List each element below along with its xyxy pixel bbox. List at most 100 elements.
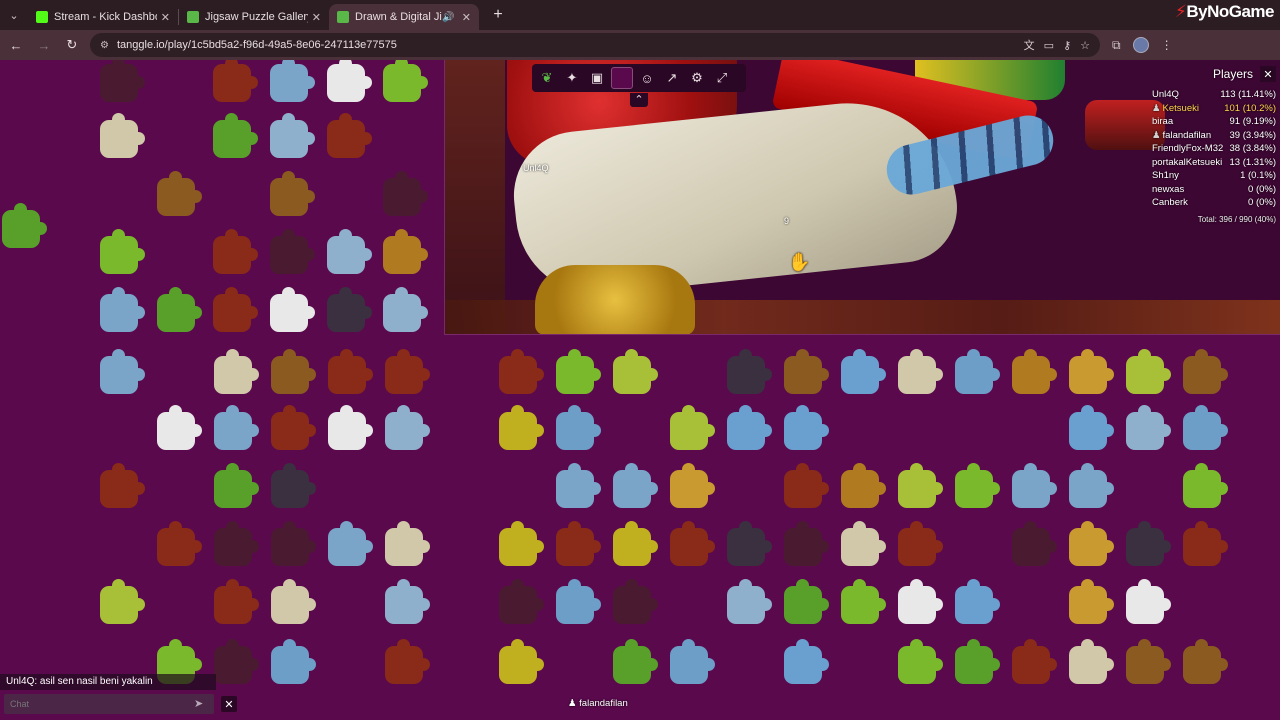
- puzzle-piece[interactable]: [383, 60, 428, 102]
- puzzle-piece[interactable]: [271, 463, 316, 508]
- puzzle-piece[interactable]: [271, 521, 316, 566]
- puzzle-piece[interactable]: [100, 463, 145, 508]
- puzzle-piece[interactable]: [1126, 639, 1171, 684]
- preview-image-icon[interactable]: ▣: [586, 67, 608, 89]
- puzzle-piece[interactable]: [1126, 349, 1171, 394]
- puzzle-piece[interactable]: [727, 349, 772, 394]
- back-arrow-icon[interactable]: ←: [4, 33, 28, 57]
- puzzle-piece[interactable]: [100, 287, 145, 332]
- puzzle-piece[interactable]: [1183, 639, 1228, 684]
- puzzle-piece[interactable]: [613, 463, 658, 508]
- collapse-toolbar-chevron-icon[interactable]: ⌃: [630, 93, 648, 107]
- puzzle-piece[interactable]: [157, 287, 202, 332]
- puzzle-piece[interactable]: [955, 579, 1000, 624]
- puzzle-piece[interactable]: [383, 287, 428, 332]
- new-tab-button[interactable]: +: [485, 2, 511, 28]
- puzzle-piece[interactable]: [214, 463, 259, 508]
- puzzle-piece[interactable]: [328, 405, 373, 450]
- puzzle-piece[interactable]: [214, 579, 259, 624]
- puzzle-piece[interactable]: [385, 349, 430, 394]
- puzzle-piece[interactable]: [1069, 349, 1114, 394]
- puzzle-piece[interactable]: [157, 521, 202, 566]
- puzzle-piece[interactable]: [556, 579, 601, 624]
- site-info-icon[interactable]: ⚙: [100, 40, 109, 51]
- puzzle-piece[interactable]: [613, 349, 658, 394]
- puzzle-piece[interactable]: [1069, 639, 1114, 684]
- password-key-icon[interactable]: ⚷: [1063, 39, 1071, 52]
- puzzle-piece[interactable]: [2, 203, 47, 248]
- puzzle-piece[interactable]: [1012, 639, 1057, 684]
- puzzle-piece[interactable]: [898, 579, 943, 624]
- puzzle-piece[interactable]: [841, 521, 886, 566]
- puzzle-piece[interactable]: [1183, 521, 1228, 566]
- puzzle-piece[interactable]: [271, 639, 316, 684]
- puzzle-piece[interactable]: [613, 521, 658, 566]
- puzzle-piece[interactable]: [271, 405, 316, 450]
- puzzle-piece[interactable]: [499, 639, 544, 684]
- puzzle-piece[interactable]: [271, 349, 316, 394]
- browser-menu-icon[interactable]: ⋮: [1161, 38, 1173, 52]
- puzzle-piece[interactable]: [100, 579, 145, 624]
- puzzle-piece[interactable]: [213, 287, 258, 332]
- puzzle-piece[interactable]: [327, 60, 372, 102]
- puzzle-piece[interactable]: [784, 639, 829, 684]
- puzzle-piece[interactable]: [898, 521, 943, 566]
- puzzle-piece[interactable]: [1183, 405, 1228, 450]
- bookmark-star-icon[interactable]: ☆: [1080, 39, 1090, 52]
- puzzle-piece[interactable]: [727, 405, 772, 450]
- puzzle-piece[interactable]: [841, 349, 886, 394]
- puzzle-piece[interactable]: [1069, 463, 1114, 508]
- puzzle-piece[interactable]: [327, 287, 372, 332]
- puzzle-piece[interactable]: [556, 521, 601, 566]
- audio-playing-icon[interactable]: 🔊: [442, 12, 454, 23]
- puzzle-piece[interactable]: [214, 521, 259, 566]
- puzzle-piece[interactable]: [784, 579, 829, 624]
- puzzle-piece[interactable]: [328, 521, 373, 566]
- puzzle-piece[interactable]: [784, 521, 829, 566]
- tab-close-icon[interactable]: ✕: [462, 11, 471, 24]
- puzzle-piece[interactable]: [898, 349, 943, 394]
- puzzle-piece[interactable]: [385, 639, 430, 684]
- puzzle-piece[interactable]: [784, 405, 829, 450]
- tab-kick-dashboard[interactable]: Stream - Kick Dashboard ✕: [28, 4, 178, 30]
- chat-input[interactable]: [4, 694, 214, 714]
- puzzle-piece[interactable]: [670, 405, 715, 450]
- puzzle-piece[interactable]: [1012, 521, 1057, 566]
- puzzle-piece[interactable]: [1183, 463, 1228, 508]
- puzzle-piece[interactable]: [955, 639, 1000, 684]
- puzzle-piece[interactable]: [1012, 463, 1057, 508]
- url-field[interactable]: ⚙ tanggle.io/play/1c5bd5a2-f96d-49a5-8e0…: [90, 33, 1100, 57]
- tab-drawn-digital-jigsaw[interactable]: Drawn & Digital Jigsaw 🔊 ✕: [329, 4, 479, 30]
- puzzle-canvas[interactable]: ❦ ✦ ▣ ☺ ↗ ⚙ ⤢ ⌃ Unl4Q 9 ✋ Players ✕ Unl4…: [0, 60, 1280, 720]
- puzzle-piece[interactable]: [214, 349, 259, 394]
- background-color-swatch[interactable]: [611, 67, 633, 89]
- tab-close-icon[interactable]: ✕: [161, 11, 170, 24]
- puzzle-piece[interactable]: [383, 171, 428, 216]
- puzzle-piece[interactable]: [613, 579, 658, 624]
- puzzle-piece[interactable]: [784, 463, 829, 508]
- forward-arrow-icon[interactable]: →: [32, 33, 56, 57]
- puzzle-piece[interactable]: [1126, 521, 1171, 566]
- puzzle-piece[interactable]: [1012, 349, 1057, 394]
- puzzle-piece[interactable]: [499, 579, 544, 624]
- puzzle-piece[interactable]: [670, 639, 715, 684]
- translate-icon[interactable]: 文: [1024, 37, 1035, 53]
- tab-close-icon[interactable]: ✕: [312, 11, 321, 24]
- chat-send-icon[interactable]: ➤: [194, 697, 203, 710]
- puzzle-piece[interactable]: [385, 579, 430, 624]
- puzzle-piece[interactable]: [271, 579, 316, 624]
- tab-jigsaw-gallery[interactable]: Jigsaw Puzzle Gallery ✕: [179, 4, 329, 30]
- fullscreen-icon[interactable]: ⤢: [711, 67, 733, 89]
- reload-icon[interactable]: ↻: [60, 33, 84, 57]
- puzzle-piece[interactable]: [214, 405, 259, 450]
- puzzle-piece[interactable]: [1069, 579, 1114, 624]
- tanggle-logo-icon[interactable]: ❦: [536, 67, 558, 89]
- puzzle-piece[interactable]: [613, 639, 658, 684]
- puzzle-piece[interactable]: [670, 521, 715, 566]
- puzzle-piece[interactable]: [213, 60, 258, 102]
- puzzle-piece[interactable]: [214, 639, 259, 684]
- players-icon[interactable]: ☺: [636, 67, 658, 89]
- puzzle-piece[interactable]: [327, 229, 372, 274]
- settings-gear-icon[interactable]: ⚙: [686, 67, 708, 89]
- puzzle-piece[interactable]: [898, 639, 943, 684]
